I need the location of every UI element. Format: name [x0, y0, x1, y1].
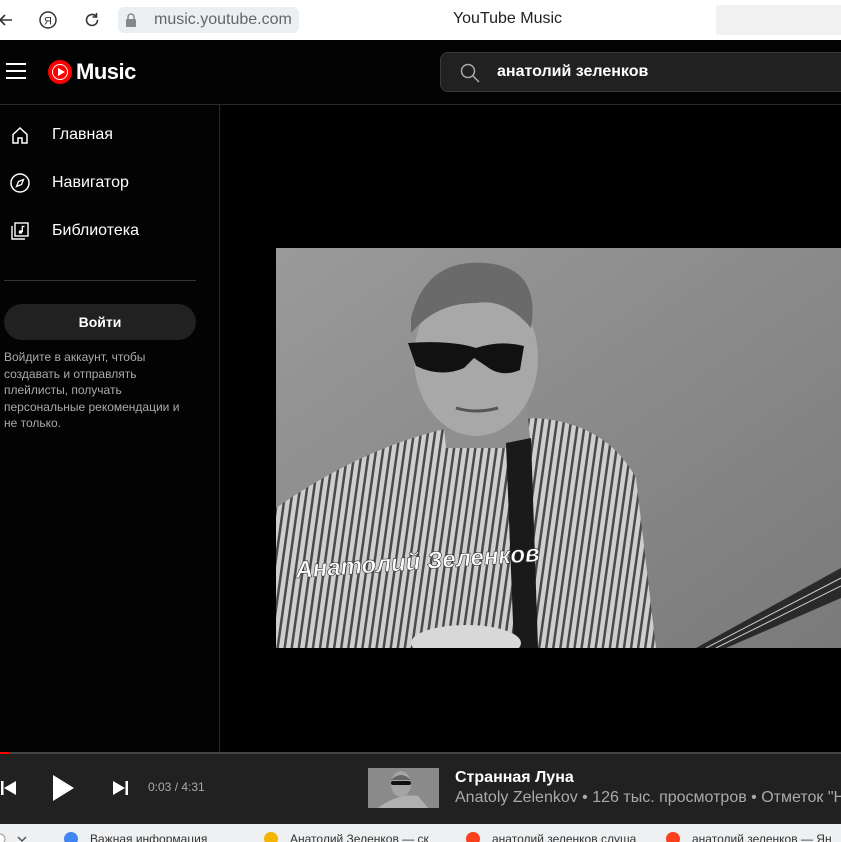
- track-thumbnail[interactable]: [368, 768, 439, 808]
- tab-strip-start[interactable]: [0, 832, 28, 842]
- sidebar-item-label: Библиотека: [52, 222, 139, 239]
- bottom-tab-label: Анатолий Зеленков — ск: [290, 832, 429, 842]
- login-button[interactable]: Войти: [4, 304, 196, 340]
- search-input[interactable]: [497, 62, 827, 82]
- bottom-tab-3[interactable]: анатолий зеленков слуша: [466, 832, 636, 842]
- logo-text: Music: [76, 59, 136, 84]
- sun-icon: [264, 832, 278, 842]
- compass-icon: [9, 172, 31, 194]
- video-player[interactable]: Анатолий Зеленков: [276, 248, 841, 648]
- home-icon: [9, 124, 31, 146]
- sidebar-item-library[interactable]: Библиотека: [0, 211, 219, 251]
- library-icon: [9, 220, 31, 242]
- bottom-tab-label: Важная информация: [90, 832, 208, 842]
- previous-icon: [1, 781, 16, 795]
- login-prompt-text: Войдите в аккаунт, чтобы создавать и отп…: [4, 350, 180, 431]
- progress-fill: [0, 752, 10, 754]
- menu-icon[interactable]: [6, 63, 26, 79]
- play-button[interactable]: [48, 772, 78, 804]
- search-box[interactable]: [440, 52, 841, 92]
- lock-icon: [126, 13, 136, 27]
- song-meta[interactable]: Anatoly Zelenkov • 126 тыс. просмотров •…: [455, 789, 841, 807]
- bottom-tab-4[interactable]: анатолий зеленков — Ян: [666, 832, 832, 842]
- sidebar-item-label: Главная: [52, 126, 113, 143]
- main-content: Анатолий Зеленков: [220, 105, 841, 752]
- address-bar[interactable]: music.youtube.com: [118, 7, 299, 33]
- song-title[interactable]: Странная Луна: [455, 769, 574, 787]
- youtube-music-logo[interactable]: Music: [48, 59, 136, 85]
- bottom-tab-2[interactable]: Анатолий Зеленков — ск: [264, 832, 429, 842]
- yandex-icon: [466, 832, 480, 842]
- time-display: 0:03 / 4:31: [148, 780, 205, 794]
- back-arrow-icon[interactable]: [0, 8, 18, 32]
- progress-bar[interactable]: [0, 752, 841, 754]
- video-frame: Анатолий Зеленков: [276, 248, 841, 648]
- tab-title: YouTube Music: [452, 10, 563, 27]
- sidebar-item-home[interactable]: Главная: [0, 115, 219, 155]
- app-header: Music: [0, 40, 841, 105]
- toolbar-right-area: [716, 5, 841, 35]
- reload-icon[interactable]: [80, 8, 104, 32]
- sidebar-item-label: Навигатор: [52, 174, 129, 191]
- bottom-tab-1[interactable]: Важная информация: [64, 832, 207, 842]
- play-icon: [53, 775, 74, 801]
- previous-button[interactable]: [0, 778, 18, 798]
- google-icon: [64, 832, 78, 842]
- sidebar-item-explore[interactable]: Навигатор: [0, 163, 219, 203]
- url-text: music.youtube.com: [154, 11, 292, 28]
- yandex-icon[interactable]: Я: [36, 8, 60, 32]
- player-bar: 0:03 / 4:31 Странная Луна Anatoly Zelenk…: [0, 752, 841, 824]
- next-button[interactable]: [110, 778, 130, 798]
- search-icon: [460, 63, 480, 83]
- sidebar: Главная Навигатор Библиотека Войти Войди…: [0, 105, 220, 752]
- yandex-icon: [666, 832, 680, 842]
- sidebar-divider: [4, 280, 196, 281]
- bottom-tab-label: анатолий зеленков — Ян: [692, 832, 832, 842]
- bottom-tab-label: анатолий зеленков слуша: [492, 832, 637, 842]
- browser-toolbar: Я music.youtube.com YouTube Music: [0, 0, 841, 40]
- next-icon: [113, 781, 128, 795]
- bottom-tab-strip: Важная информация Анатолий Зеленков — ск…: [0, 824, 841, 842]
- svg-text:Я: Я: [44, 16, 52, 28]
- logo-icon: [48, 60, 72, 84]
